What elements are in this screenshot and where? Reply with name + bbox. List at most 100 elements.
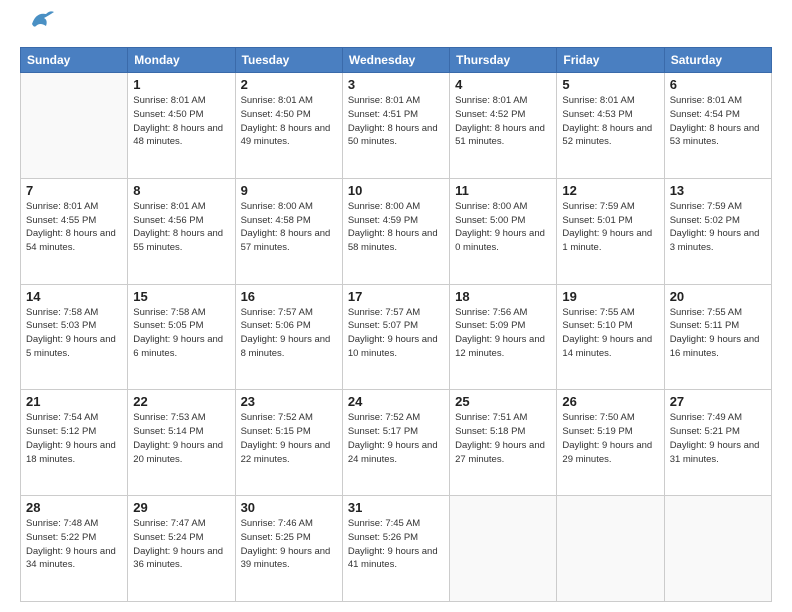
day-number: 7 xyxy=(26,183,122,198)
calendar-week-5: 28 Sunrise: 7:48 AMSunset: 5:22 PMDayligh… xyxy=(21,496,772,602)
day-info: Sunrise: 7:52 AMSunset: 5:17 PMDaylight:… xyxy=(348,411,444,466)
page: SundayMondayTuesdayWednesdayThursdayFrid… xyxy=(0,0,792,612)
calendar-cell xyxy=(450,496,557,602)
calendar-week-3: 14 Sunrise: 7:58 AMSunset: 5:03 PMDayligh… xyxy=(21,284,772,390)
calendar-cell: 14 Sunrise: 7:58 AMSunset: 5:03 PMDayligh… xyxy=(21,284,128,390)
day-number: 22 xyxy=(133,394,229,409)
day-info: Sunrise: 8:01 AMSunset: 4:50 PMDaylight:… xyxy=(241,94,337,149)
day-number: 16 xyxy=(241,289,337,304)
day-number: 24 xyxy=(348,394,444,409)
day-info: Sunrise: 8:01 AMSunset: 4:51 PMDaylight:… xyxy=(348,94,444,149)
day-number: 29 xyxy=(133,500,229,515)
day-number: 27 xyxy=(670,394,766,409)
day-number: 21 xyxy=(26,394,122,409)
calendar-cell: 24 Sunrise: 7:52 AMSunset: 5:17 PMDayligh… xyxy=(342,390,449,496)
calendar-cell: 11 Sunrise: 8:00 AMSunset: 5:00 PMDayligh… xyxy=(450,178,557,284)
day-info: Sunrise: 8:01 AMSunset: 4:53 PMDaylight:… xyxy=(562,94,658,149)
day-number: 9 xyxy=(241,183,337,198)
calendar-cell: 13Sunrise: 7:59 AMSunset: 5:02 PMDayligh… xyxy=(664,178,771,284)
calendar-cell: 12 Sunrise: 7:59 AMSunset: 5:01 PMDayligh… xyxy=(557,178,664,284)
calendar-cell: 29Sunrise: 7:47 AMSunset: 5:24 PMDayligh… xyxy=(128,496,235,602)
day-info: Sunrise: 7:55 AMSunset: 5:10 PMDaylight:… xyxy=(562,306,658,361)
day-info: Sunrise: 7:59 AMSunset: 5:01 PMDaylight:… xyxy=(562,200,658,255)
weekday-header-tuesday: Tuesday xyxy=(235,48,342,73)
day-number: 10 xyxy=(348,183,444,198)
day-number: 25 xyxy=(455,394,551,409)
day-number: 26 xyxy=(562,394,658,409)
calendar-cell: 6 Sunrise: 8:01 AMSunset: 4:54 PMDaylight… xyxy=(664,73,771,179)
weekday-header-friday: Friday xyxy=(557,48,664,73)
calendar-cell: 30 Sunrise: 7:46 AMSunset: 5:25 PMDayligh… xyxy=(235,496,342,602)
calendar-cell: 1Sunrise: 8:01 AMSunset: 4:50 PMDaylight… xyxy=(128,73,235,179)
calendar-cell: 10Sunrise: 8:00 AMSunset: 4:59 PMDayligh… xyxy=(342,178,449,284)
day-info: Sunrise: 7:58 AMSunset: 5:03 PMDaylight:… xyxy=(26,306,122,361)
day-info: Sunrise: 7:55 AMSunset: 5:11 PMDaylight:… xyxy=(670,306,766,361)
day-number: 13 xyxy=(670,183,766,198)
calendar-week-1: 1Sunrise: 8:01 AMSunset: 4:50 PMDaylight… xyxy=(21,73,772,179)
day-info: Sunrise: 7:52 AMSunset: 5:15 PMDaylight:… xyxy=(241,411,337,466)
calendar-header-row: SundayMondayTuesdayWednesdayThursdayFrid… xyxy=(21,48,772,73)
day-number: 17 xyxy=(348,289,444,304)
calendar-cell: 31 Sunrise: 7:45 AMSunset: 5:26 PMDayligh… xyxy=(342,496,449,602)
day-info: Sunrise: 8:01 AMSunset: 4:56 PMDaylight:… xyxy=(133,200,229,255)
logo-bird-icon xyxy=(26,10,54,37)
day-number: 28 xyxy=(26,500,122,515)
day-number: 15 xyxy=(133,289,229,304)
weekday-header-monday: Monday xyxy=(128,48,235,73)
calendar-cell: 3 Sunrise: 8:01 AMSunset: 4:51 PMDaylight… xyxy=(342,73,449,179)
calendar-cell: 7 Sunrise: 8:01 AMSunset: 4:55 PMDaylight… xyxy=(21,178,128,284)
day-info: Sunrise: 7:56 AMSunset: 5:09 PMDaylight:… xyxy=(455,306,551,361)
calendar-cell: 17Sunrise: 7:57 AMSunset: 5:07 PMDayligh… xyxy=(342,284,449,390)
header xyxy=(20,18,772,37)
day-number: 5 xyxy=(562,77,658,92)
day-number: 12 xyxy=(562,183,658,198)
weekday-header-saturday: Saturday xyxy=(664,48,771,73)
day-number: 4 xyxy=(455,77,551,92)
day-number: 19 xyxy=(562,289,658,304)
calendar-cell: 8 Sunrise: 8:01 AMSunset: 4:56 PMDaylight… xyxy=(128,178,235,284)
day-info: Sunrise: 7:48 AMSunset: 5:22 PMDaylight:… xyxy=(26,517,122,572)
calendar-cell: 16 Sunrise: 7:57 AMSunset: 5:06 PMDayligh… xyxy=(235,284,342,390)
day-number: 6 xyxy=(670,77,766,92)
calendar-cell: 25Sunrise: 7:51 AMSunset: 5:18 PMDayligh… xyxy=(450,390,557,496)
calendar-cell: 9 Sunrise: 8:00 AMSunset: 4:58 PMDaylight… xyxy=(235,178,342,284)
calendar-cell: 23 Sunrise: 7:52 AMSunset: 5:15 PMDayligh… xyxy=(235,390,342,496)
day-info: Sunrise: 7:53 AMSunset: 5:14 PMDaylight:… xyxy=(133,411,229,466)
day-info: Sunrise: 8:00 AMSunset: 5:00 PMDaylight:… xyxy=(455,200,551,255)
calendar-week-4: 21 Sunrise: 7:54 AMSunset: 5:12 PMDayligh… xyxy=(21,390,772,496)
calendar-cell xyxy=(557,496,664,602)
calendar-cell: 22 Sunrise: 7:53 AMSunset: 5:14 PMDayligh… xyxy=(128,390,235,496)
weekday-header-sunday: Sunday xyxy=(21,48,128,73)
day-number: 8 xyxy=(133,183,229,198)
day-number: 3 xyxy=(348,77,444,92)
day-info: Sunrise: 7:46 AMSunset: 5:25 PMDaylight:… xyxy=(241,517,337,572)
day-info: Sunrise: 8:01 AMSunset: 4:52 PMDaylight:… xyxy=(455,94,551,149)
day-info: Sunrise: 7:57 AMSunset: 5:06 PMDaylight:… xyxy=(241,306,337,361)
day-number: 2 xyxy=(241,77,337,92)
calendar-cell: 15Sunrise: 7:58 AMSunset: 5:05 PMDayligh… xyxy=(128,284,235,390)
weekday-header-thursday: Thursday xyxy=(450,48,557,73)
calendar-cell: 2 Sunrise: 8:01 AMSunset: 4:50 PMDaylight… xyxy=(235,73,342,179)
day-info: Sunrise: 7:45 AMSunset: 5:26 PMDaylight:… xyxy=(348,517,444,572)
day-number: 30 xyxy=(241,500,337,515)
day-info: Sunrise: 8:01 AMSunset: 4:54 PMDaylight:… xyxy=(670,94,766,149)
calendar-cell: 26Sunrise: 7:50 AMSunset: 5:19 PMDayligh… xyxy=(557,390,664,496)
calendar-table: SundayMondayTuesdayWednesdayThursdayFrid… xyxy=(20,47,772,602)
calendar-cell: 19 Sunrise: 7:55 AMSunset: 5:10 PMDayligh… xyxy=(557,284,664,390)
day-number: 14 xyxy=(26,289,122,304)
calendar-cell: 21 Sunrise: 7:54 AMSunset: 5:12 PMDayligh… xyxy=(21,390,128,496)
day-info: Sunrise: 7:49 AMSunset: 5:21 PMDaylight:… xyxy=(670,411,766,466)
calendar-cell xyxy=(21,73,128,179)
day-number: 23 xyxy=(241,394,337,409)
day-info: Sunrise: 7:54 AMSunset: 5:12 PMDaylight:… xyxy=(26,411,122,466)
day-number: 31 xyxy=(348,500,444,515)
day-info: Sunrise: 8:01 AMSunset: 4:55 PMDaylight:… xyxy=(26,200,122,255)
weekday-header-wednesday: Wednesday xyxy=(342,48,449,73)
day-number: 20 xyxy=(670,289,766,304)
day-number: 11 xyxy=(455,183,551,198)
day-info: Sunrise: 8:00 AMSunset: 4:58 PMDaylight:… xyxy=(241,200,337,255)
day-info: Sunrise: 8:01 AMSunset: 4:50 PMDaylight:… xyxy=(133,94,229,149)
calendar-cell: 28 Sunrise: 7:48 AMSunset: 5:22 PMDayligh… xyxy=(21,496,128,602)
calendar-cell: 4 Sunrise: 8:01 AMSunset: 4:52 PMDaylight… xyxy=(450,73,557,179)
calendar-week-2: 7 Sunrise: 8:01 AMSunset: 4:55 PMDaylight… xyxy=(21,178,772,284)
